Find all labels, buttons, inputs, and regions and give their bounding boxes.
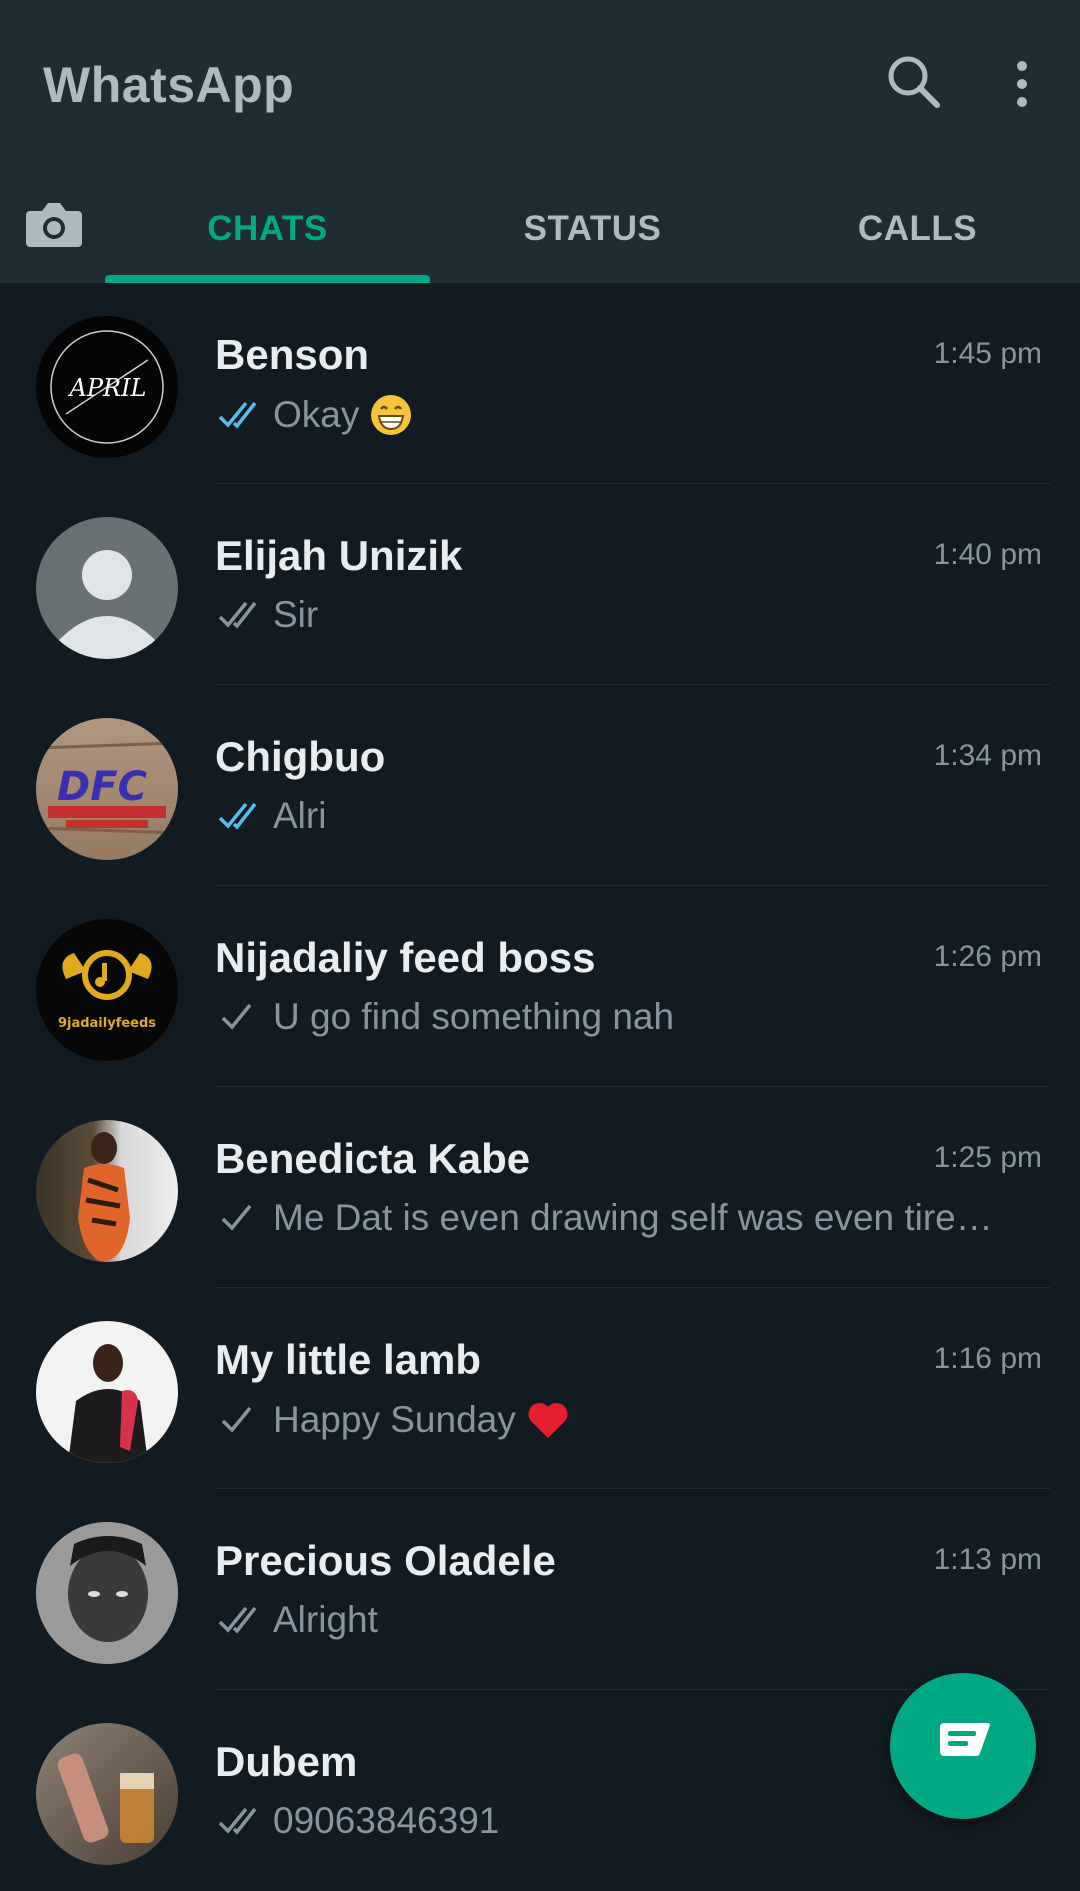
avatar[interactable]: DFC bbox=[36, 718, 178, 860]
chat-time: 1:16 pm bbox=[933, 1342, 1042, 1375]
avatar-text: APRIL bbox=[68, 374, 147, 402]
chat-name: Chigbuo bbox=[215, 733, 386, 780]
app-title: WhatsApp bbox=[43, 57, 295, 113]
app-header: WhatsApp CHATS STATUS CALLS bbox=[0, 0, 1080, 283]
chat-preview-text: Alri bbox=[273, 795, 327, 836]
tab-status[interactable]: STATUS bbox=[430, 199, 755, 259]
chat-name: Benson bbox=[215, 331, 370, 378]
avatar[interactable] bbox=[36, 1321, 178, 1463]
single-check-icon bbox=[221, 1204, 252, 1231]
chat-preview-text: Me Dat is even drawing self was even tir… bbox=[273, 1197, 993, 1238]
avatar[interactable]: APRIL bbox=[36, 316, 178, 458]
chat-row-benedicta-kabe[interactable]: Benedicta Kabe 1:25 pm Me Dat is even dr… bbox=[0, 1087, 1080, 1288]
chat-preview-text: Sir bbox=[273, 594, 319, 635]
chat-name: Benedicta Kabe bbox=[215, 1135, 531, 1182]
chat-row-my-little-lamb[interactable]: My little lamb 1:16 pm Happy Sunday bbox=[0, 1288, 1080, 1489]
avatar[interactable] bbox=[36, 1120, 178, 1262]
chat-name: Elijah Unizik bbox=[215, 532, 463, 579]
tab-bar: CHATS STATUS CALLS bbox=[0, 175, 1080, 283]
chat-time: 1:26 pm bbox=[933, 940, 1042, 973]
chat-preview: Sir bbox=[217, 594, 1017, 636]
chat-preview: Alright bbox=[217, 1599, 1017, 1641]
new-chat-button[interactable] bbox=[890, 1673, 1036, 1819]
double-check-icon bbox=[218, 601, 257, 629]
chat-preview: Happy Sunday bbox=[217, 1398, 1017, 1442]
camera-icon[interactable] bbox=[24, 197, 84, 251]
chat-preview-text: Alright bbox=[273, 1599, 378, 1640]
active-tab-indicator bbox=[105, 275, 430, 283]
chat-row-nijadaliy-feed-boss[interactable]: 9jadailyfeeds Nijadaliy feed boss 1:26 p… bbox=[0, 886, 1080, 1087]
chat-time: 1:25 pm bbox=[933, 1141, 1042, 1174]
avatar[interactable] bbox=[36, 1723, 178, 1865]
tab-chats[interactable]: CHATS bbox=[105, 199, 430, 259]
chat-preview: Okay bbox=[217, 393, 1017, 437]
chat-preview: U go find something nah bbox=[217, 996, 1017, 1038]
avatar-text: DFC bbox=[57, 764, 147, 810]
avatar[interactable] bbox=[36, 1522, 178, 1664]
chat-name: My little lamb bbox=[215, 1336, 482, 1383]
chat-time: 1:45 pm bbox=[933, 337, 1042, 370]
chat-row-benson[interactable]: APRIL Benson 1:45 pm Okay bbox=[0, 283, 1080, 484]
chat-time: 1:13 pm bbox=[933, 1543, 1042, 1576]
chat-name: Precious Oladele bbox=[215, 1537, 556, 1584]
double-check-read-icon bbox=[218, 401, 257, 429]
red-heart-emoji-icon bbox=[528, 1402, 568, 1438]
double-check-icon bbox=[218, 1606, 257, 1634]
chat-preview-text: Happy Sunday bbox=[273, 1399, 516, 1440]
chat-preview-text: Okay bbox=[273, 394, 360, 435]
avatar-text: 9jadailyfeeds bbox=[58, 1016, 156, 1031]
chat-time: 1:34 pm bbox=[933, 739, 1042, 772]
chat-row-precious-oladele[interactable]: Precious Oladele 1:13 pm Alright bbox=[0, 1489, 1080, 1690]
more-vert-icon[interactable] bbox=[1006, 58, 1038, 110]
chat-preview-text: 09063846391 bbox=[273, 1800, 500, 1841]
grinning-face-emoji-icon bbox=[371, 395, 412, 435]
chat-preview: 09063846391 bbox=[217, 1800, 1017, 1842]
tab-calls[interactable]: CALLS bbox=[755, 199, 1080, 259]
chat-row-chigbuo[interactable]: DFC Chigbuo 1:34 pm Alri bbox=[0, 685, 1080, 886]
double-check-icon bbox=[218, 1807, 257, 1835]
double-check-read-icon bbox=[218, 802, 257, 830]
search-icon[interactable] bbox=[884, 52, 942, 110]
chat-preview-text: U go find something nah bbox=[273, 996, 675, 1037]
default-avatar-icon[interactable] bbox=[36, 517, 178, 659]
chat-preview: Me Dat is even drawing self was even tir… bbox=[217, 1197, 1017, 1239]
chat-name: Dubem bbox=[215, 1738, 358, 1785]
chat-row-elijah-unizik[interactable]: Elijah Unizik 1:40 pm Sir bbox=[0, 484, 1080, 685]
chat-name: Nijadaliy feed boss bbox=[215, 934, 596, 981]
chat-preview: Alri bbox=[217, 795, 1017, 837]
message-icon bbox=[940, 1723, 990, 1757]
avatar[interactable]: 9jadailyfeeds bbox=[36, 919, 178, 1061]
single-check-icon bbox=[221, 1003, 252, 1030]
single-check-icon bbox=[221, 1406, 252, 1433]
chat-time: 1:40 pm bbox=[933, 538, 1042, 571]
